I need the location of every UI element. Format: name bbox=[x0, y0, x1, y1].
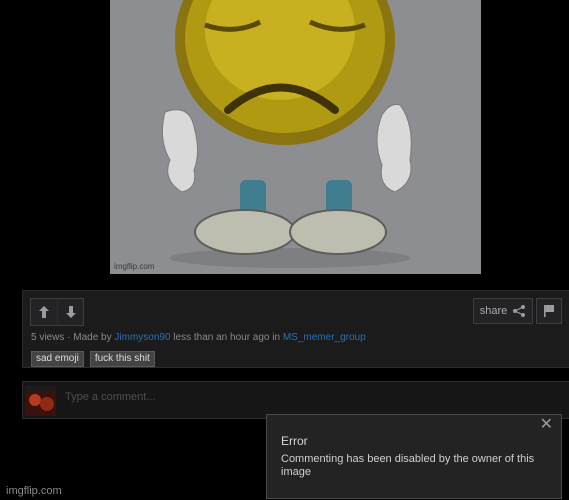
avatar-image bbox=[25, 386, 56, 416]
meme-action-panel: share 5 views · Made by Jimmyson90 less … bbox=[22, 290, 569, 368]
tag-fuck-this-shit[interactable]: fuck this shit bbox=[89, 351, 155, 367]
author-link[interactable]: Jimmyson90 bbox=[114, 332, 170, 343]
sad-emoji-illustration bbox=[110, 0, 481, 274]
close-icon[interactable]: ✕ bbox=[540, 416, 553, 434]
share-button[interactable]: share bbox=[473, 298, 533, 324]
meme-meta-line: 5 views · Made by Jimmyson90 less than a… bbox=[31, 332, 366, 343]
arrow-down-icon bbox=[65, 306, 76, 318]
flag-icon bbox=[544, 305, 554, 317]
error-title: Error bbox=[281, 434, 308, 448]
tag-sad-emoji[interactable]: sad emoji bbox=[31, 351, 84, 367]
view-count: 5 views bbox=[31, 332, 65, 343]
tag-list: sad emoji fuck this shit bbox=[31, 351, 155, 367]
avatar bbox=[25, 386, 56, 416]
meme-watermark: imgflip.com bbox=[114, 262, 155, 271]
made-by-prefix: · Made by bbox=[64, 332, 115, 343]
downvote-button[interactable] bbox=[57, 299, 83, 325]
error-message: Commenting has been disabled by the owne… bbox=[281, 453, 535, 478]
flag-button[interactable] bbox=[536, 298, 562, 324]
share-icon bbox=[513, 305, 526, 317]
time-prefix: less than an hour ago in bbox=[170, 332, 283, 343]
comment-input[interactable] bbox=[63, 386, 547, 408]
share-label: share bbox=[479, 305, 508, 317]
meme-image[interactable]: imgflip.com bbox=[110, 0, 481, 274]
arrow-up-icon bbox=[39, 306, 49, 318]
upvote-button[interactable] bbox=[31, 299, 57, 325]
stream-link[interactable]: MS_memer_group bbox=[283, 332, 366, 343]
vote-group bbox=[30, 298, 84, 326]
site-watermark: imgflip.com bbox=[6, 485, 62, 497]
error-popup: ✕ Error Commenting has been disabled by … bbox=[266, 414, 562, 499]
